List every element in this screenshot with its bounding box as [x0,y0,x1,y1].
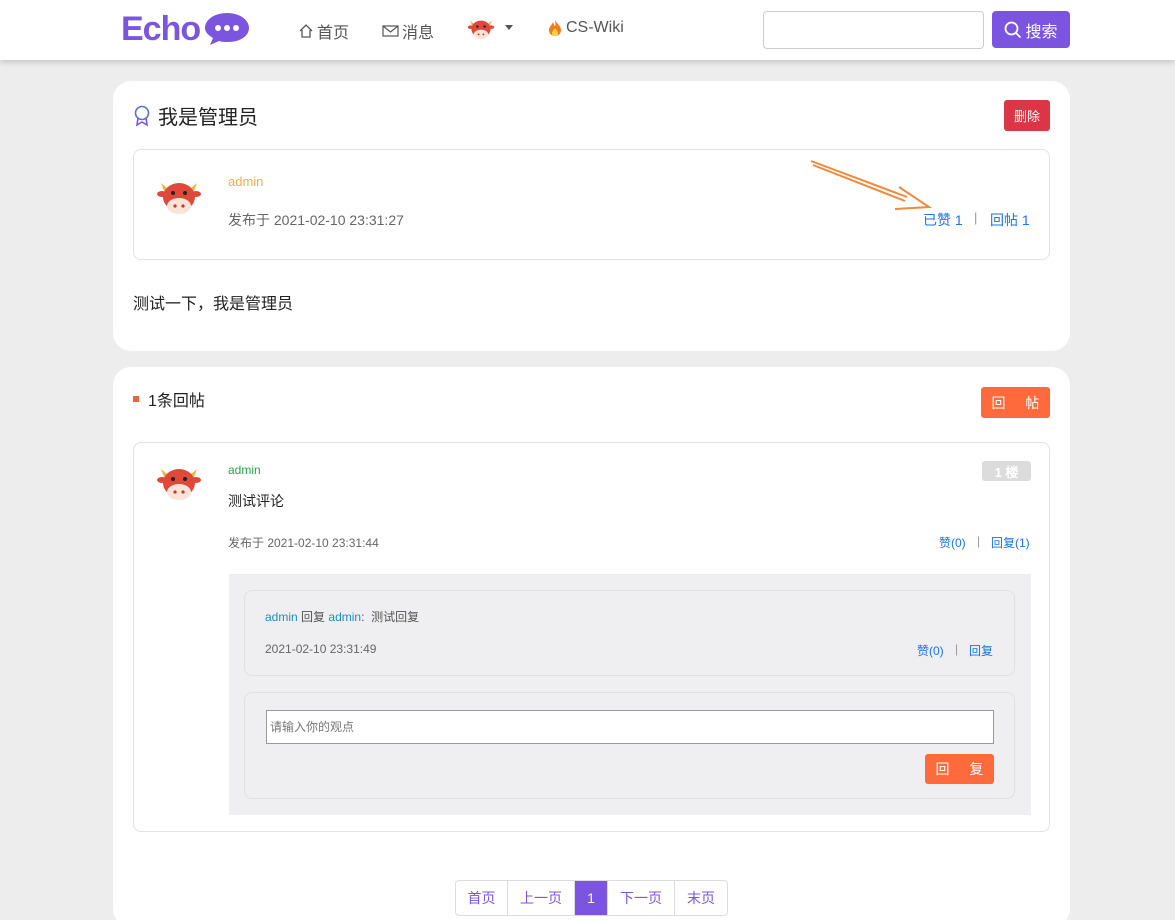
reply-like-link[interactable]: 赞(0) [939,534,966,551]
post-author-box: admin 发布于 2021-02-10 23:31:27 已赞 1 | 回帖 … [133,149,1050,260]
top-navbar: Echo 首页 消息 CS-Wiki 搜索 [0,0,1175,60]
sub-reply-author[interactable]: admin [265,610,298,624]
post-content: 测试一下，我是管理员 [133,296,294,313]
logo-text: Echo [121,9,201,48]
reply-author-name[interactable]: admin [228,463,261,477]
square-bullet-icon [133,396,139,402]
sub-reply-area: admin 回复 admin: 测试回复 2021-02-10 23:31:49… [229,574,1031,815]
reply-count-text: 1条回帖 [148,393,205,410]
sub-reply-word: 回复 [301,610,326,624]
search-button-label: 搜索 [1025,23,1058,41]
nav-home-label: 首页 [317,25,350,42]
page-next[interactable]: 下一页 [608,881,675,915]
floor-badge: 1 楼 [982,461,1031,481]
separator: | [974,210,978,225]
user-menu-toggle[interactable] [467,17,513,41]
reply-count: 1条回帖 [133,387,205,411]
nav-messages[interactable]: 消息 [382,19,434,43]
nav-messages-label: 消息 [402,25,435,42]
reply-post-button[interactable]: 回 帖 [981,387,1050,418]
sub-reply-like-link[interactable]: 赞(0) [917,642,944,659]
sub-reply-colon: : [361,610,365,624]
sub-reply-form: 回 复 [244,692,1015,799]
chevron-down-icon [505,24,513,30]
post-author-name[interactable]: admin [228,174,263,189]
separator: | [955,642,959,656]
sub-reply-reply-link[interactable]: 回复 [969,642,993,659]
post-card: 我是管理员 删除 admin 发布于 2021-02-10 23:31:27 已… [113,81,1070,351]
sub-reply-content: 测试回复 [371,610,420,624]
page-first[interactable]: 首页 [456,881,508,915]
echo-logo[interactable]: Echo [121,9,251,49]
nav-cs-wiki[interactable]: CS-Wiki [547,19,624,37]
reply-input[interactable] [266,710,994,744]
nav-home[interactable]: 首页 [298,19,349,43]
separator: | [977,534,981,548]
sub-reply-line: admin 回复 admin: 测试回复 [265,608,419,625]
author-avatar[interactable] [156,177,202,217]
page-last[interactable]: 末页 [675,881,727,915]
search-input[interactable] [763,11,984,49]
submit-reply-button[interactable]: 回 复 [925,754,994,784]
envelope-icon [382,25,399,37]
reply-publish-time: 发布于 2021-02-10 23:31:44 [228,536,379,550]
sub-reply-time: 2021-02-10 23:31:49 [265,642,377,656]
liked-link[interactable]: 已赞 1 [923,210,963,230]
reply-item: admin 1 楼 测试评论 发布于 2021-02-10 23:31:44 赞… [133,442,1050,832]
badge-icon [134,105,150,127]
sub-reply-target[interactable]: admin [328,610,361,624]
reply-author-avatar[interactable] [156,463,202,503]
post-title-text: 我是管理员 [158,107,258,129]
post-title: 我是管理员 [133,101,258,130]
reply-count-link[interactable]: 回帖 1 [990,210,1030,230]
page-current[interactable]: 1 [575,881,608,915]
replies-card: 1条回帖 回 帖 admin 1 楼 测试评论 发布于 2021-02-10 2… [113,367,1070,920]
fire-icon [549,20,561,36]
reply-reply-link[interactable]: 回复(1) [991,534,1030,551]
chat-bubble-icon [205,13,250,45]
user-avatar-icon [467,20,495,40]
post-publish-time: 发布于 2021-02-10 23:31:27 [228,212,404,228]
home-icon [299,24,313,38]
search-button[interactable]: 搜索 [992,11,1070,48]
sub-reply-item: admin 回复 admin: 测试回复 2021-02-10 23:31:49… [244,590,1015,676]
search-icon [1005,21,1022,38]
page-prev[interactable]: 上一页 [508,881,575,915]
reply-content: 测试评论 [228,493,284,509]
delete-button[interactable]: 删除 [1004,100,1050,131]
nav-cs-wiki-label: CS-Wiki [566,19,624,36]
pagination: 首页 上一页 1 下一页 末页 [455,880,728,916]
